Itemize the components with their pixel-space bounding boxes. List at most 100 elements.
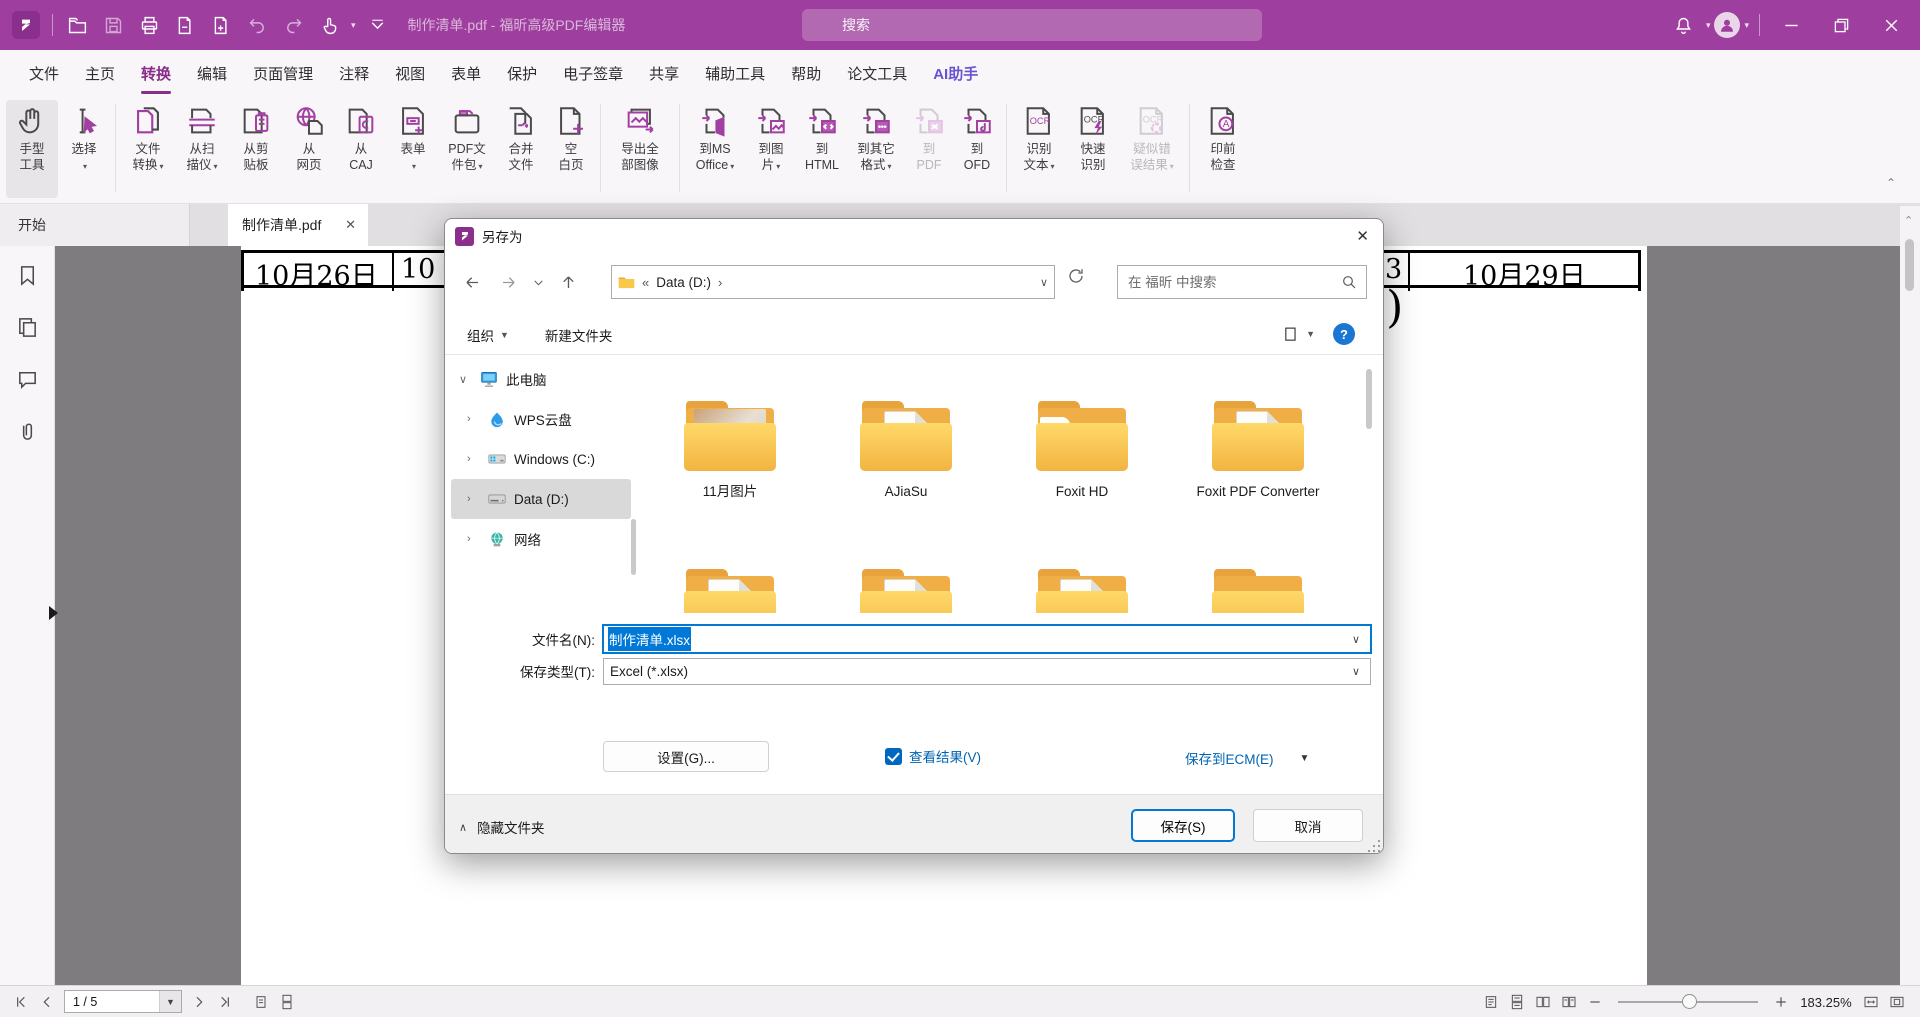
ribbon-collapse-chevron-icon[interactable]: ⌃ (1886, 176, 1896, 190)
page-layout-book-icon[interactable] (1556, 990, 1582, 1014)
scrollbar-thumb[interactable] (1905, 239, 1914, 291)
ribbon-to-html-button[interactable]: 到 HTML (797, 100, 847, 198)
menu-view[interactable]: 视图 (382, 50, 438, 96)
ribbon-form-button[interactable]: 表单 ▾ (387, 100, 439, 198)
expander-right-icon[interactable]: › (467, 493, 487, 505)
ribbon-from-web-button[interactable]: 从 网页 (283, 100, 335, 198)
close-button[interactable] (1876, 10, 1906, 40)
filename-dropdown-icon[interactable]: ∨ (1352, 633, 1360, 646)
ribbon-pdf-package-button[interactable]: PDF文 件包▾ (439, 100, 495, 198)
zoom-in-button[interactable] (1768, 990, 1794, 1014)
filetype-dropdown-icon[interactable]: ∨ (1352, 665, 1360, 678)
print-icon[interactable] (134, 10, 164, 40)
ribbon-from-caj-button[interactable]: 从 CAJ (335, 100, 387, 198)
address-chevron-icon[interactable]: › (718, 275, 722, 290)
zoom-slider-handle[interactable] (1682, 994, 1697, 1009)
menu-esign[interactable]: 电子签章 (550, 50, 636, 96)
menu-home[interactable]: 主页 (72, 50, 128, 96)
menu-file[interactable]: 文件 (16, 50, 72, 96)
menu-help[interactable]: 帮助 (778, 50, 834, 96)
organize-button[interactable]: 组织 (467, 325, 494, 345)
nav-back-button[interactable] (457, 267, 487, 297)
nav-up-button[interactable] (553, 267, 583, 297)
folder-tile-11yue[interactable]: 11月图片 (655, 401, 805, 500)
ribbon-from-clipboard-button[interactable]: 从剪 贴板 (229, 100, 283, 198)
new-folder-button[interactable]: 新建文件夹 (545, 325, 613, 345)
tree-scrollbar-thumb[interactable] (631, 519, 636, 575)
expander-right-icon[interactable]: › (467, 533, 487, 545)
menu-ai-assistant[interactable]: AI助手 (920, 50, 991, 96)
undo-icon[interactable] (242, 10, 272, 40)
menu-accessibility[interactable]: 辅助工具 (692, 50, 778, 96)
scrollbar-up-arrow[interactable]: ⌃ (1904, 214, 1913, 227)
view-mode-caret-icon[interactable]: ▼ (1306, 329, 1315, 339)
zoom-percentage[interactable]: 183.25% (1794, 995, 1858, 1010)
new-page-icon[interactable] (206, 10, 236, 40)
zoom-out-button[interactable] (1582, 990, 1608, 1014)
save-button[interactable]: 保存(S) (1131, 809, 1235, 842)
ribbon-to-ms-office-button[interactable]: 到MS Office▾ (685, 100, 745, 198)
page-number-dropdown[interactable]: ▼ (159, 991, 181, 1012)
hand-cursor-caret-icon[interactable]: ▾ (351, 20, 356, 31)
settings-button[interactable]: 设置(G)... (603, 741, 769, 772)
notifications-bell-icon[interactable] (1669, 10, 1699, 40)
address-bar[interactable]: « Data (D:) › ∨ (611, 265, 1055, 299)
address-chevron-icon[interactable]: « (642, 275, 649, 290)
account-caret-icon[interactable]: ▾ (1744, 20, 1749, 31)
hand-cursor-icon[interactable] (314, 10, 344, 40)
ribbon-to-ofd-button[interactable]: 到 OFD (953, 100, 1001, 198)
menu-comment[interactable]: 注释 (326, 50, 382, 96)
page-layout-continuous-icon[interactable] (1504, 990, 1530, 1014)
ribbon-file-convert-button[interactable]: 文件 转换▾ (121, 100, 175, 198)
document-scrollbar[interactable]: ⌃ (1900, 206, 1920, 985)
single-page-view-icon[interactable] (248, 990, 274, 1014)
zoom-slider[interactable] (1618, 1001, 1758, 1003)
menu-protect[interactable]: 保护 (494, 50, 550, 96)
expander-down-icon[interactable]: ∨ (459, 373, 479, 386)
menu-share[interactable]: 共享 (636, 50, 692, 96)
refresh-button[interactable] (1067, 267, 1085, 290)
nav-recent-dropdown[interactable] (523, 267, 553, 297)
folder-tile-partial[interactable] (831, 569, 981, 613)
folder-tile-ajiasu[interactable]: AJiaSu (831, 401, 981, 500)
hide-folders-toggle[interactable]: ∧ 隐藏文件夹 (459, 817, 545, 837)
folder-tile-partial[interactable] (1183, 569, 1333, 613)
open-file-icon[interactable] (62, 10, 92, 40)
attachments-panel-icon[interactable] (16, 420, 39, 448)
restore-button[interactable] (1826, 10, 1856, 40)
ribbon-blank-page-button[interactable]: 空 白页 (547, 100, 595, 198)
pages-panel-icon[interactable] (16, 316, 39, 344)
ribbon-merge-files-button[interactable]: 合并 文件 (495, 100, 547, 198)
minimize-button[interactable] (1776, 10, 1806, 40)
quickbar-chevron-icon[interactable] (363, 10, 393, 40)
ribbon-to-other-format-button[interactable]: 到其它 格式▾ (847, 100, 905, 198)
folder-tile-foxit-pdf-converter[interactable]: Foxit PDF Converter (1183, 401, 1333, 500)
address-dropdown-icon[interactable]: ∨ (1040, 276, 1048, 289)
nav-forward-button[interactable] (493, 267, 523, 297)
page-number-input[interactable] (65, 995, 157, 1009)
tree-item-windows-c[interactable]: › Windows (C:) (451, 439, 631, 479)
ribbon-hand-tool-button[interactable]: 手型 工具 (6, 100, 58, 198)
panel-expand-arrow[interactable] (49, 606, 58, 620)
tree-item-network[interactable]: › 网络 (451, 519, 631, 559)
cancel-button[interactable]: 取消 (1253, 809, 1363, 842)
last-page-button[interactable] (212, 990, 238, 1014)
tree-item-wps-cloud[interactable]: › WPS云盘 (451, 399, 631, 439)
view-mode-icon[interactable] (1283, 326, 1300, 343)
tree-item-data-d[interactable]: › Data (D:) (451, 479, 631, 519)
continuous-view-icon[interactable] (274, 990, 300, 1014)
redo-icon[interactable] (278, 10, 308, 40)
ribbon-from-scanner-button[interactable]: 从扫 描仪▾ (175, 100, 229, 198)
ribbon-export-all-images-button[interactable]: 导出全 部图像 (606, 100, 674, 198)
tab-start[interactable]: 开始 (0, 204, 190, 246)
help-button[interactable]: ? (1333, 323, 1355, 345)
global-search-input[interactable] (802, 9, 1262, 41)
filename-input[interactable]: 制作清单.xlsx ∨ (603, 625, 1371, 653)
expander-right-icon[interactable]: › (467, 413, 487, 425)
ribbon-recognize-text-button[interactable]: OCR 识别 文本▾ (1012, 100, 1066, 198)
filelist-scrollbar-thumb[interactable] (1366, 369, 1372, 429)
folder-tile-foxit-hd[interactable]: Foxit HD (1007, 401, 1157, 500)
ribbon-to-image-button[interactable]: 到图 片▾ (745, 100, 797, 198)
comments-panel-icon[interactable] (16, 368, 39, 396)
save-icon[interactable] (98, 10, 128, 40)
